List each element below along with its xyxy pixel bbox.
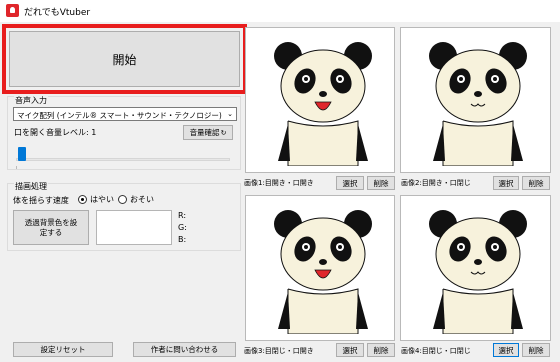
image-3-delete-button[interactable]: 削除 [367,343,395,357]
mouth-level-label: 口を開く音量レベル: 1 [14,128,97,137]
panda-image [274,42,372,166]
audio-input-label: 音声入力 [14,95,48,106]
speed-label: 体を揺らす速度 [13,196,69,205]
image-2-delete-button[interactable]: 削除 [522,176,550,190]
volume-check-label: 音量確認 [189,128,220,137]
image-4-caption: 画像4:目閉じ・口閉じ [401,347,471,355]
volume-check-button[interactable]: 音量確認 ↻ [183,125,233,140]
transparent-color-button[interactable]: 透過背景色を設定する [13,210,89,245]
mouth-level-slider-ticks [16,166,230,169]
speed-fast-label: はやい [90,195,114,204]
image-1-delete-button[interactable]: 削除 [367,176,395,190]
r-label: R: [178,211,187,220]
image-3-caption: 画像3:目閉じ・口開き [244,347,314,355]
color-preview [96,210,172,245]
mouth-level-slider-track [16,158,230,161]
refresh-icon: ↻ [220,128,227,137]
image-panel-4 [400,195,551,341]
image-2-caption: 画像2:目開き・口閉じ [401,179,471,187]
speed-slow-label: おそい [130,195,154,204]
image-4-delete-button[interactable]: 削除 [522,343,550,357]
start-button[interactable]: 開始 [9,31,240,87]
image-3-select-button[interactable]: 選択 [336,343,364,357]
image-1-caption: 画像1:目開き・口開き [244,179,314,187]
radio-unchecked-icon [118,195,127,204]
panda-image [429,42,527,166]
panda-image [274,210,372,334]
g-label: G: [178,223,187,232]
title-bar: だれでもVtuber [0,0,560,22]
image-panel-2 [400,27,551,173]
render-label: 描画処理 [14,181,48,192]
image-1-select-button[interactable]: 選択 [336,176,364,190]
speed-fast-radio[interactable]: はやい [78,194,114,205]
speed-slow-radio[interactable]: おそい [118,194,154,205]
image-2-select-button[interactable]: 選択 [493,176,519,190]
image-4-select-button[interactable]: 選択 [493,343,519,357]
radio-checked-icon [78,195,87,204]
mouth-level-slider-thumb[interactable] [18,147,26,161]
b-label: B: [178,235,187,244]
image-panel-3 [245,195,395,341]
audio-device-value: マイク配列 (インテル® スマート・サウンド・テクノロジー) [17,111,222,120]
audio-device-select[interactable]: マイク配列 (インテル® スマート・サウンド・テクノロジー) ⌄ [13,107,237,121]
image-panel-1 [245,27,395,173]
contact-author-button[interactable]: 作者に問い合わせる [133,342,236,357]
chevron-down-icon: ⌄ [227,110,233,118]
reset-settings-button[interactable]: 設定リセット [13,342,113,357]
panda-image [429,210,527,334]
window-title: だれでもVtuber [24,8,91,18]
app-icon [6,4,19,17]
